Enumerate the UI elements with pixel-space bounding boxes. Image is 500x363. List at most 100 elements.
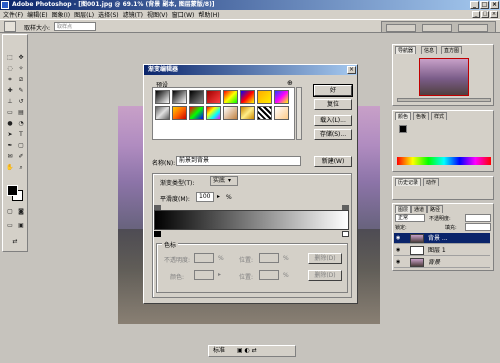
delete-opacity-stop-button[interactable]: 删除(D) (308, 253, 342, 264)
preset-swatch[interactable] (172, 106, 187, 120)
move-tool-icon[interactable]: ✥ (16, 53, 26, 62)
jump-icon[interactable]: ⇄ (252, 347, 257, 354)
menu-image[interactable]: 图象(I) (52, 10, 70, 19)
doc-close-button[interactable]: × (490, 11, 498, 18)
eye-icon[interactable]: ◉ (396, 259, 402, 265)
sample-size-select[interactable]: 取样点 (54, 22, 96, 31)
tab-color[interactable]: 颜色 (395, 112, 412, 120)
dialog-close-icon[interactable]: × (347, 66, 356, 74)
reset-button[interactable]: 复位 (314, 99, 352, 110)
dodge-tool-icon[interactable]: ◔ (16, 119, 26, 128)
gradient-type-dropdown-icon[interactable]: ▾ (228, 177, 231, 184)
opacity-position-field[interactable] (259, 253, 279, 263)
marquee-tool-icon[interactable]: ⬚ (5, 53, 15, 62)
palette-well-tab-3[interactable] (458, 24, 488, 32)
tab-swatches[interactable]: 色板 (413, 112, 430, 120)
load-button[interactable]: 载入(L)... (314, 115, 352, 126)
menu-file[interactable]: 文件(F) (3, 10, 23, 19)
blur-tool-icon[interactable]: ● (5, 119, 15, 128)
tab-layers[interactable]: 图层 (395, 205, 412, 213)
slice-tool-icon[interactable]: ⧄ (16, 75, 26, 84)
zoom-slider[interactable] (397, 98, 491, 102)
preset-swatch[interactable] (240, 90, 255, 104)
preset-swatch[interactable] (189, 106, 204, 120)
smoothness-dropdown-icon[interactable]: ▸ (217, 193, 220, 200)
dark-mode-icon[interactable]: ◐ (245, 347, 250, 354)
preset-swatch[interactable] (257, 90, 272, 104)
full-screen-icon[interactable]: ▣ (237, 347, 243, 354)
magic-wand-tool-icon[interactable]: ✧ (16, 64, 26, 73)
preset-swatch[interactable] (172, 90, 187, 104)
preset-swatch[interactable] (257, 106, 272, 120)
gradient-preview-bar[interactable] (154, 210, 349, 230)
type-tool-icon[interactable]: T (16, 130, 26, 139)
hand-tool-icon[interactable]: ✋ (5, 163, 15, 172)
notes-tool-icon[interactable]: ✉ (5, 152, 15, 161)
tab-histogram[interactable]: 直方图 (441, 46, 463, 54)
stop-color-dropdown-icon[interactable]: ▸ (218, 271, 221, 278)
tab-navigator[interactable]: 导航器 (395, 46, 417, 54)
crop-tool-icon[interactable]: ⌗ (5, 75, 15, 84)
close-button[interactable]: × (490, 1, 499, 9)
presets-scrollbar[interactable] (296, 87, 302, 140)
standard-mode-icon[interactable]: ▢ (5, 207, 15, 216)
menu-help[interactable]: 帮助(H) (198, 10, 219, 19)
tab-history[interactable]: 历史记录 (395, 178, 422, 186)
preset-swatch[interactable] (189, 90, 204, 104)
fullscreen-mode-icon[interactable]: ▣ (16, 221, 26, 230)
eraser-tool-icon[interactable]: ▭ (5, 108, 15, 117)
jump-to-imageready-icon[interactable]: ⇄ (10, 237, 20, 246)
zoom-tool-icon[interactable]: ⌕ (16, 163, 26, 172)
name-field[interactable]: 前景到背景 (176, 156, 301, 166)
preset-swatch[interactable] (223, 90, 238, 104)
palette-well-tab-1[interactable] (386, 24, 416, 32)
gradient-type-select[interactable]: 实底 (210, 176, 238, 186)
color-stop-right[interactable] (342, 231, 349, 237)
preset-swatch[interactable] (155, 90, 170, 104)
shape-tool-icon[interactable]: ▢ (16, 141, 26, 150)
path-select-icon[interactable]: ➤ (5, 130, 15, 139)
tab-paths[interactable]: 路径 (427, 205, 444, 213)
preset-swatch[interactable] (240, 106, 255, 120)
layer-opacity-field[interactable] (465, 214, 491, 222)
fill-field[interactable] (465, 223, 491, 231)
smoothness-field[interactable]: 100 (196, 192, 214, 202)
history-brush-icon[interactable]: ↺ (16, 97, 26, 106)
lasso-tool-icon[interactable]: ◌ (5, 64, 15, 73)
doc-minimize-button[interactable]: _ (472, 11, 480, 18)
clone-stamp-icon[interactable]: ⊥ (5, 97, 15, 106)
eyedropper-icon[interactable]: ✐ (16, 152, 26, 161)
preset-swatch[interactable] (274, 106, 289, 120)
layer-row[interactable]: ◉ 背景 (394, 257, 490, 268)
maximize-button[interactable]: □ (480, 1, 489, 9)
tab-actions[interactable]: 动作 (423, 178, 440, 186)
opacity-field[interactable] (194, 253, 214, 263)
presets-menu-icon[interactable]: ⊕ (287, 79, 293, 87)
eyedropper-tool-icon[interactable] (4, 21, 16, 32)
screen-mode-icon[interactable]: ▭ (5, 221, 15, 230)
preset-swatch[interactable] (155, 106, 170, 120)
layer-row[interactable]: ◉ 图层 1 (394, 245, 490, 256)
preset-swatch[interactable] (274, 90, 289, 104)
blend-mode-select[interactable]: 正常 (395, 214, 425, 222)
quickmask-mode-icon[interactable]: ◙ (16, 207, 26, 216)
stop-color-swatch[interactable] (194, 270, 214, 280)
menu-edit[interactable]: 编辑(E) (27, 10, 47, 19)
preset-swatch[interactable] (223, 106, 238, 120)
minimize-button[interactable]: _ (470, 1, 479, 9)
navigator-thumbnail[interactable] (419, 58, 469, 96)
foreground-color-swatch[interactable] (7, 185, 18, 196)
gradient-tool-icon[interactable]: ▤ (16, 108, 26, 117)
color-spectrum-bar[interactable] (397, 157, 491, 165)
delete-color-stop-button[interactable]: 删除(D) (308, 270, 342, 281)
doc-restore-button[interactable]: □ (481, 11, 489, 18)
panel-foreground-swatch[interactable] (399, 125, 407, 133)
save-button[interactable]: 存储(S)... (314, 129, 352, 140)
new-button[interactable]: 新建(W) (314, 156, 352, 167)
menu-layer[interactable]: 图层(L) (74, 10, 94, 19)
eye-icon[interactable]: ◉ (396, 247, 402, 253)
menu-select[interactable]: 选择(S) (98, 10, 119, 19)
tab-channels[interactable]: 通道 (411, 205, 428, 213)
menu-filter[interactable]: 滤镜(T) (123, 10, 143, 19)
preset-swatch[interactable] (206, 106, 221, 120)
